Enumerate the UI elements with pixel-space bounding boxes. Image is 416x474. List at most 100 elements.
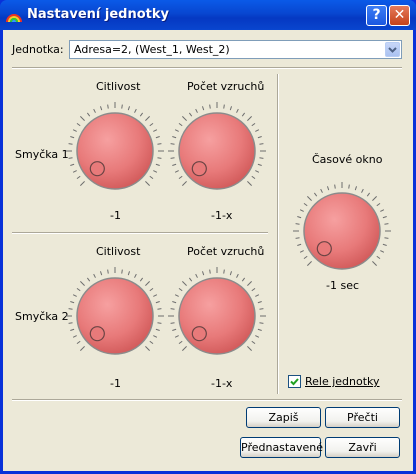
knob-tick: [72, 335, 77, 338]
knob-body: [178, 277, 256, 355]
knob-tick: [76, 122, 81, 127]
unit-select-value: Adresa=2, (West_1, West_2): [74, 43, 230, 56]
loop2-sensitivity-knob[interactable]: [65, 266, 165, 366]
knob-tick: [181, 346, 187, 352]
knob-tick: [145, 181, 151, 187]
knob-tick: [79, 346, 85, 352]
knob-tick: [170, 157, 175, 159]
loop1-count-value: -1-x: [211, 209, 233, 222]
separator-bottom: [12, 399, 402, 401]
knob-tick: [303, 255, 308, 260]
knob-tick: [229, 271, 232, 276]
write-button[interactable]: Zapiš: [246, 407, 321, 428]
knob-tick: [376, 255, 381, 260]
knob-tick: [348, 184, 350, 189]
knob-tick: [257, 328, 262, 331]
knob-tick: [68, 322, 73, 324]
knob-tick: [107, 269, 109, 274]
knob-tick: [255, 129, 260, 132]
knob-tick: [259, 157, 264, 159]
separator-top: [12, 67, 402, 69]
loop1-count-knob[interactable]: [167, 101, 267, 201]
knob-tick: [299, 209, 304, 212]
knob-tick: [79, 280, 85, 286]
knob-tick: [181, 181, 187, 187]
knob-tick: [139, 112, 144, 117]
knob-tick: [382, 216, 387, 219]
knob-tick: [172, 328, 177, 331]
knob-tick: [174, 294, 179, 297]
knob-tick: [174, 129, 179, 132]
knob-tick: [195, 108, 198, 113]
unit-select[interactable]: Adresa=2, (West_1, West_2): [69, 40, 402, 59]
loop2-label: Smyčka 2: [15, 310, 69, 323]
knob-tick: [170, 308, 175, 310]
chevron-down-icon[interactable]: [385, 42, 400, 57]
knob-body: [76, 112, 154, 190]
knob-tick: [299, 250, 304, 253]
knob-tick: [209, 269, 211, 274]
help-button[interactable]: ?: [366, 5, 387, 26]
knob-tick: [68, 157, 73, 159]
knob-body: [303, 192, 381, 270]
knob-tick: [178, 122, 183, 127]
knob-tick: [76, 287, 81, 292]
loop1-count-header: Počet vzruchů: [187, 80, 265, 93]
knob-tick: [366, 192, 371, 197]
knob-tick: [257, 301, 262, 304]
knob-tick: [72, 294, 77, 297]
knob-tick: [247, 280, 253, 286]
relay-checkbox[interactable]: [288, 375, 301, 388]
knob-tick: [172, 163, 177, 166]
relay-checkbox-label[interactable]: Rele jednotky: [305, 375, 380, 388]
knob-tick: [257, 136, 262, 139]
knob-tick: [255, 170, 260, 173]
close-window-button[interactable]: ✕: [389, 5, 410, 26]
loop2-count-header: Počet vzruchů: [187, 245, 265, 258]
loop2-count-value: -1-x: [211, 377, 233, 390]
knob-tick: [376, 202, 381, 207]
knob-tick: [174, 170, 179, 173]
knob-tick: [361, 188, 364, 193]
knob-tick: [100, 106, 103, 111]
loop2-sensitivity-header: Citlivost: [96, 245, 141, 258]
knob-tick: [145, 280, 151, 286]
separator-loops: [12, 232, 268, 234]
knob-tick: [320, 188, 323, 193]
knob-tick: [251, 287, 256, 292]
knob-tick: [251, 175, 256, 180]
knob-tick: [181, 115, 187, 121]
knob-tick: [236, 273, 239, 278]
knob-tick: [170, 143, 175, 145]
knob-tick: [76, 340, 81, 345]
knob-tick: [157, 308, 162, 310]
loop2-count-knob[interactable]: [167, 266, 267, 366]
knob-tick: [149, 340, 154, 345]
knob-tick: [121, 269, 123, 274]
knob-tick: [202, 106, 205, 111]
knob-tick: [202, 271, 205, 276]
knob-tick: [178, 340, 183, 345]
loop1-sensitivity-knob[interactable]: [65, 101, 165, 201]
knob-tick: [172, 136, 177, 139]
knob-tick: [306, 195, 312, 201]
knob-tick: [255, 294, 260, 297]
knob-tick: [257, 163, 262, 166]
knob-tick: [157, 143, 162, 145]
knob-tick: [181, 280, 187, 286]
knob-tick: [157, 322, 162, 324]
knob-tick: [153, 170, 158, 173]
knob-indicator: [89, 161, 105, 177]
read-button[interactable]: Přečti: [325, 407, 400, 428]
knob-tick: [153, 129, 158, 132]
knob-tick: [259, 322, 264, 324]
knob-tick: [172, 301, 177, 304]
unit-label: Jednotka:: [12, 43, 64, 56]
knob-tick: [306, 261, 312, 267]
knob-tick: [223, 104, 225, 109]
preset-button[interactable]: Přednastavené: [240, 437, 323, 458]
title-bar[interactable]: Nastavení jednotky ? ✕: [0, 0, 416, 30]
timewindow-knob[interactable]: [292, 181, 392, 281]
close-button[interactable]: Zavři: [325, 437, 400, 458]
knob-tick: [247, 346, 253, 352]
